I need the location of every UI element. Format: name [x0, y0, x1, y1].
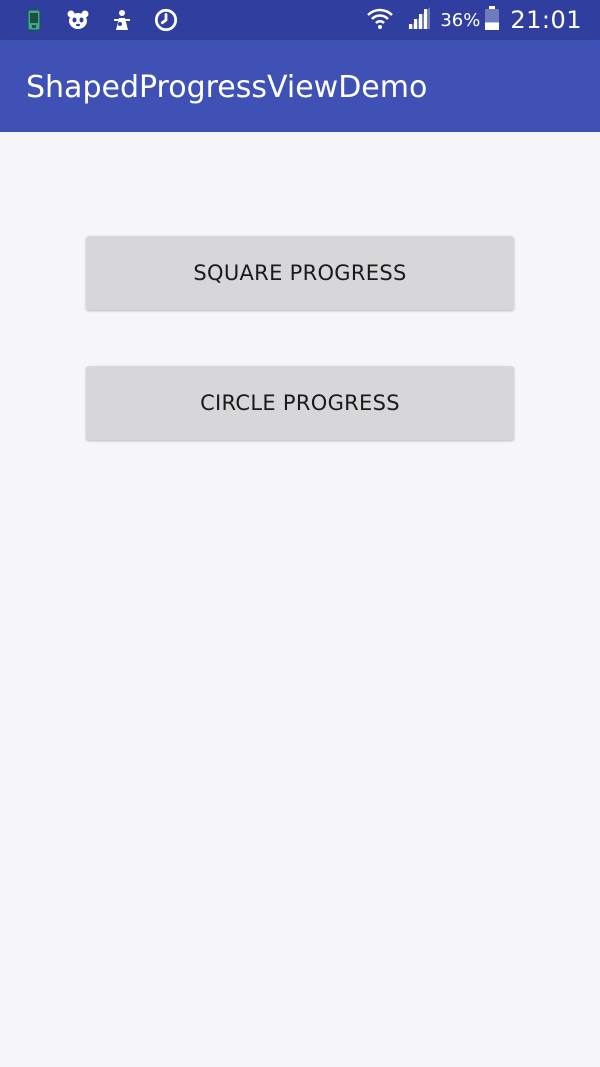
android-debug-icon — [110, 8, 134, 32]
square-progress-button[interactable]: SQUARE PROGRESS — [86, 236, 514, 310]
clock: 21:01 — [510, 6, 582, 34]
battery-icon — [484, 5, 500, 35]
app-bar: ShapedProgressViewDemo — [0, 40, 600, 132]
sync-circle-icon — [154, 8, 178, 32]
panda-icon — [66, 8, 90, 32]
wifi-icon — [366, 6, 394, 34]
system-status: 36% 21:01 — [366, 0, 582, 40]
app-title: ShapedProgressViewDemo — [26, 70, 428, 105]
circle-progress-button[interactable]: CIRCLE PROGRESS — [86, 366, 514, 440]
notification-icons — [22, 8, 178, 32]
phone-sim-icon — [22, 8, 46, 32]
signal-icon — [406, 5, 432, 35]
battery-level-fill — [485, 22, 500, 30]
battery-percent: 36% — [440, 9, 481, 31]
status-bar: 36% 21:01 — [0, 0, 600, 40]
main-content: SQUARE PROGRESS CIRCLE PROGRESS — [0, 132, 600, 1067]
